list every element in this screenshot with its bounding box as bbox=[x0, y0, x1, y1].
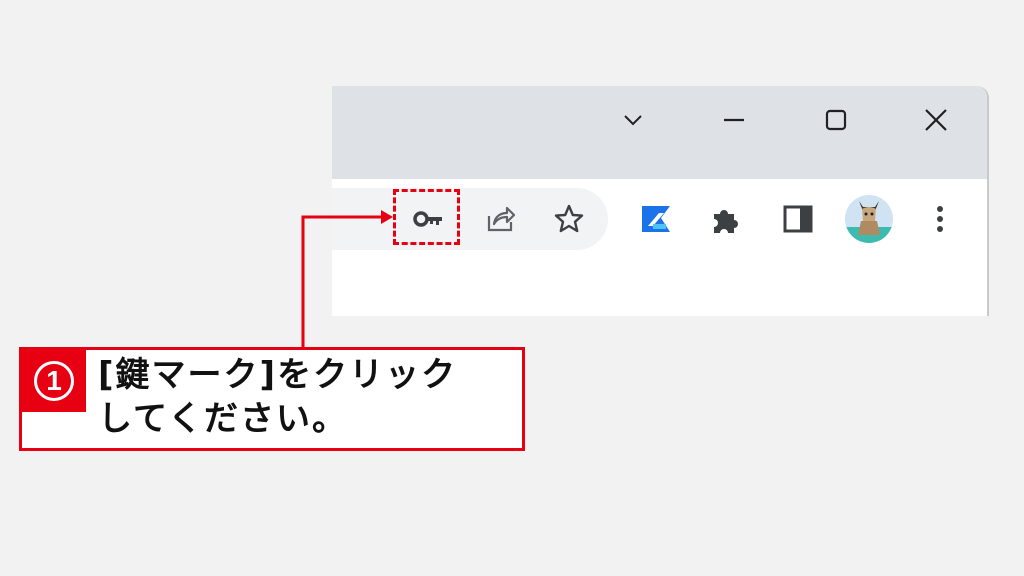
instruction-line-1: [鍵マーク]をクリック bbox=[98, 355, 458, 395]
title-bar bbox=[332, 86, 987, 179]
side-panel-icon[interactable] bbox=[776, 197, 820, 241]
more-menu-icon[interactable] bbox=[918, 197, 962, 241]
puzzle-extensions-icon[interactable] bbox=[704, 197, 748, 241]
close-icon[interactable] bbox=[916, 100, 956, 140]
tab-search-chevron-icon[interactable] bbox=[613, 100, 653, 140]
instruction-line-2: してください。 bbox=[98, 399, 348, 439]
step-number: 1 bbox=[34, 361, 74, 401]
star-icon[interactable] bbox=[547, 197, 591, 241]
profile-avatar[interactable] bbox=[845, 195, 893, 243]
callout-arrow bbox=[301, 210, 393, 349]
share-icon[interactable] bbox=[478, 197, 522, 241]
maximize-icon[interactable] bbox=[816, 100, 856, 140]
instruction-text: [鍵マーク]をクリック してください。 bbox=[98, 353, 457, 441]
extension-logo-icon[interactable] bbox=[634, 197, 678, 241]
step-number-badge: 1 bbox=[22, 350, 86, 412]
instruction-callout: 1 [鍵マーク]をクリック してください。 bbox=[19, 347, 525, 451]
minimize-icon[interactable] bbox=[714, 100, 754, 140]
